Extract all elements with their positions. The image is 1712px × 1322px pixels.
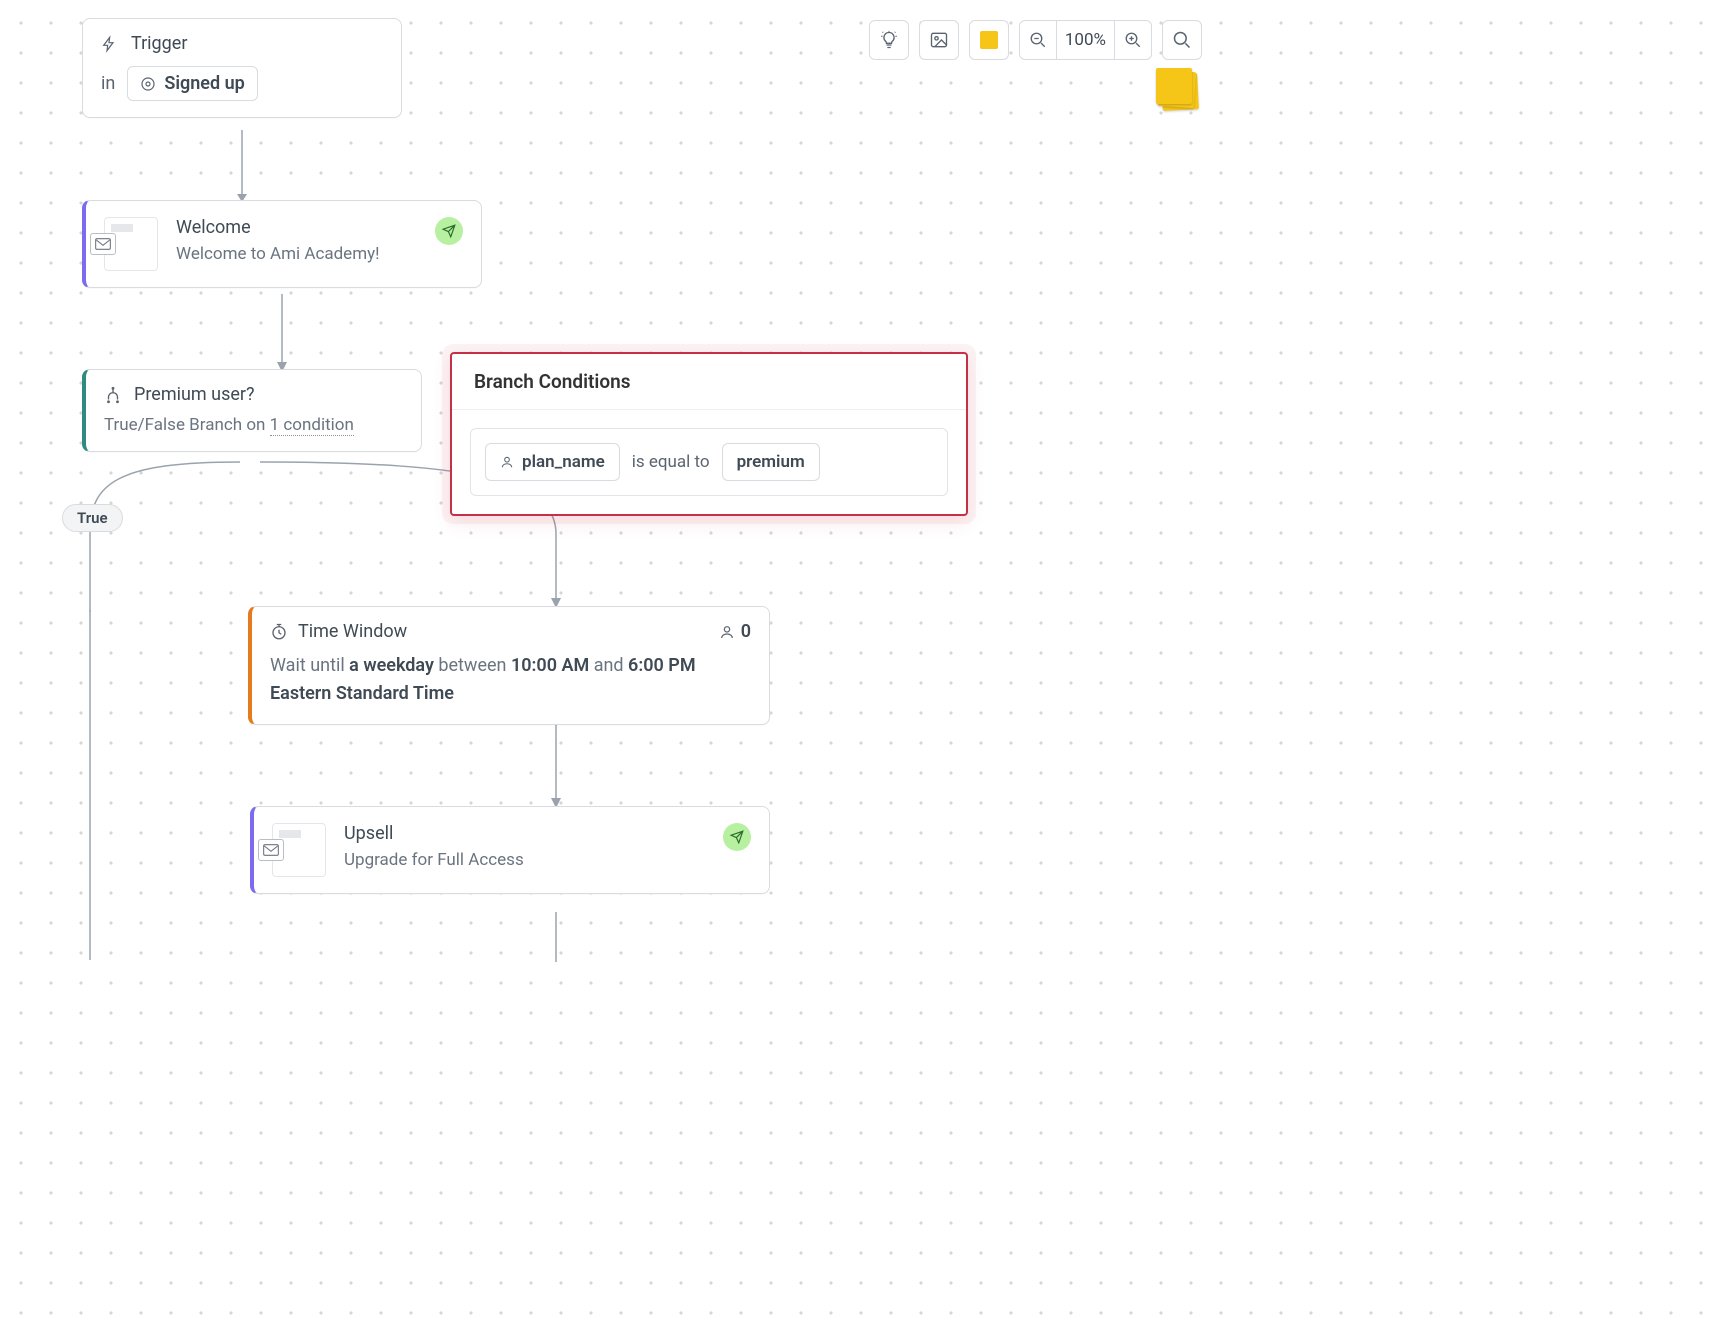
image-icon: [929, 30, 949, 50]
clock-icon: [270, 623, 288, 641]
welcome-email-node[interactable]: Welcome Welcome to Ami Academy!: [82, 200, 482, 288]
person-icon: [500, 455, 514, 469]
zoom-level: 100%: [1056, 21, 1115, 59]
branch-conditions-popover: Branch Conditions plan_name is equal to …: [450, 352, 968, 516]
search-icon: [1172, 30, 1192, 50]
condition-attribute-chip[interactable]: plan_name: [485, 443, 620, 481]
branch-true-label: True: [62, 504, 123, 532]
trigger-in-label: in: [101, 73, 115, 94]
lightning-icon: [101, 35, 117, 53]
workflow-canvas[interactable]: 100%: [0, 0, 1232, 952]
upsell-email-node[interactable]: Upsell Upgrade for Full Access: [250, 806, 770, 894]
zoom-in-icon: [1124, 31, 1142, 49]
sticky-note-button[interactable]: [969, 20, 1009, 60]
trigger-event-chip[interactable]: Signed up: [127, 66, 257, 101]
zoom-out-button[interactable]: [1020, 21, 1056, 59]
envelope-icon: [90, 233, 116, 255]
upsell-title: Upsell: [344, 823, 705, 844]
branch-condition-count: 1 condition: [270, 415, 354, 436]
sent-status-badge: [435, 217, 463, 245]
branch-conditions-header: Branch Conditions: [452, 354, 966, 410]
condition-row: plan_name is equal to premium: [470, 428, 948, 496]
branch-node[interactable]: Premium user? True/False Branch on 1 con…: [82, 369, 422, 452]
condition-operator: is equal to: [632, 452, 710, 472]
paper-plane-icon: [730, 830, 744, 844]
trigger-event-label: Signed up: [164, 73, 244, 94]
time-window-title: Time Window: [298, 621, 407, 642]
welcome-subtitle: Welcome to Ami Academy!: [176, 244, 417, 264]
time-window-node[interactable]: Time Window 0 Wait until a weekday betwe…: [248, 606, 770, 725]
image-button[interactable]: [919, 20, 959, 60]
upsell-subtitle: Upgrade for Full Access: [344, 850, 705, 870]
segment-icon: [140, 76, 156, 92]
condition-value-chip[interactable]: premium: [722, 443, 820, 481]
envelope-icon: [258, 839, 284, 861]
branch-icon: [104, 386, 122, 404]
welcome-title: Welcome: [176, 217, 417, 238]
zoom-in-button[interactable]: [1115, 21, 1151, 59]
lightbulb-icon: [879, 30, 899, 50]
branch-desc: True/False Branch on 1 condition: [104, 415, 403, 435]
search-button[interactable]: [1162, 20, 1202, 60]
zoom-control: 100%: [1019, 20, 1152, 60]
trigger-title: Trigger: [131, 33, 187, 54]
sticky-note-icon: [980, 31, 998, 49]
paper-plane-icon: [442, 224, 456, 238]
person-icon: [719, 624, 735, 640]
zoom-out-icon: [1029, 31, 1047, 49]
time-window-description: Wait until a weekday between 10:00 AM an…: [270, 652, 751, 708]
tips-button[interactable]: [869, 20, 909, 60]
time-window-person-count: 0: [719, 621, 751, 642]
branch-title: Premium user?: [134, 384, 255, 405]
canvas-toolbar: 100%: [869, 20, 1202, 60]
sticky-notes-stack[interactable]: [1156, 68, 1200, 112]
sent-status-badge: [723, 823, 751, 851]
trigger-node[interactable]: Trigger in Signed up: [82, 18, 402, 118]
